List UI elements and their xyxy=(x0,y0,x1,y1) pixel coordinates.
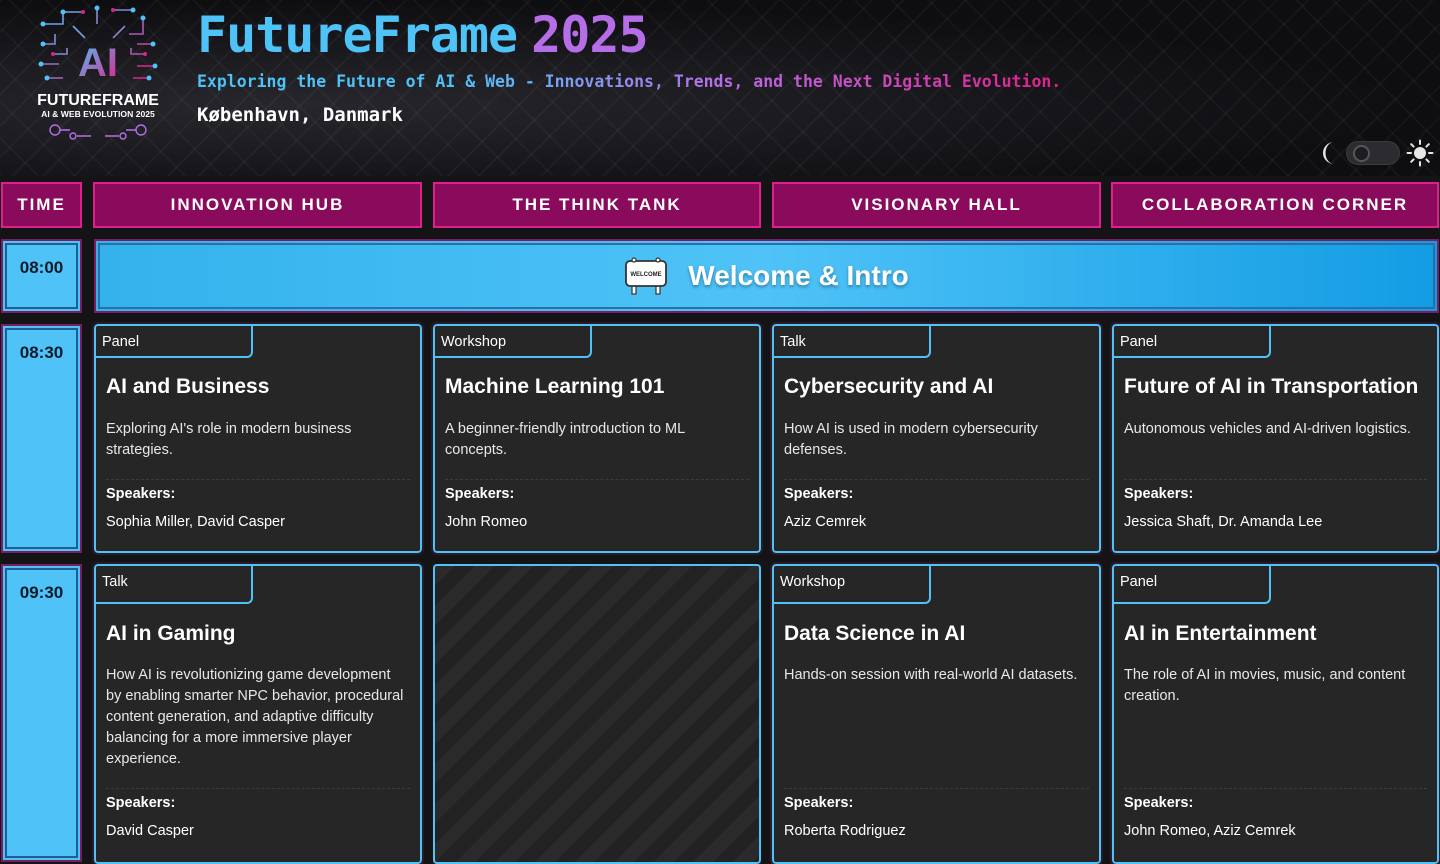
time-slot-0800: 08:00 xyxy=(1,239,82,313)
page-title: FutureFrame 2025 xyxy=(197,6,649,64)
column-header-think-tank[interactable]: THE THINK TANK xyxy=(433,182,761,228)
theme-toggle[interactable] xyxy=(1346,141,1400,165)
event-location: København, Danmark xyxy=(197,104,403,126)
session-title: Cybersecurity and AI xyxy=(784,375,994,398)
card-divider xyxy=(106,788,410,789)
speakers-label: Speakers: xyxy=(445,486,515,502)
time-slot-0930: 09:30 xyxy=(1,564,82,862)
session-description: How AI is revolutionizing game developme… xyxy=(106,667,404,767)
time-label: 09:30 xyxy=(19,583,64,602)
session-type-tag: Workshop xyxy=(774,566,931,604)
column-header-time: TIME xyxy=(1,182,82,228)
welcome-title: Welcome & Intro xyxy=(688,260,909,291)
session-title: Future of AI in Transportation xyxy=(1124,375,1419,398)
session-title: Data Science in AI xyxy=(784,622,966,645)
welcome-session[interactable]: WELCOME Welcome & Intro xyxy=(94,239,1439,313)
svg-text:WELCOME: WELCOME xyxy=(631,272,662,278)
svg-text:AI & WEB EVOLUTION 2025: AI & WEB EVOLUTION 2025 xyxy=(41,109,155,119)
circuit-logo-icon: AI FUTUREFRAME AI & WEB EVOLUTION 2025 xyxy=(37,5,159,140)
card-divider xyxy=(1124,788,1427,789)
title-main: FutureFrame xyxy=(197,6,518,64)
speakers-label: Speakers: xyxy=(1124,795,1194,811)
session-card[interactable]: Workshop Data Science in AI Hands-on ses… xyxy=(770,562,1103,864)
speakers-label: Speakers: xyxy=(106,486,176,502)
column-header-visionary-hall[interactable]: VISIONARY HALL xyxy=(772,182,1101,228)
session-description: Hands-on session with real-world AI data… xyxy=(784,667,1078,683)
session-card[interactable]: Talk Cybersecurity and AI How AI is used… xyxy=(770,322,1103,555)
title-year: 2025 xyxy=(531,6,648,64)
time-label: 08:30 xyxy=(19,343,64,362)
moon-icon[interactable] xyxy=(1318,140,1342,166)
event-logo[interactable]: AI FUTUREFRAME AI & WEB EVOLUTION 2025 xyxy=(33,4,163,142)
svg-text:FUTUREFRAME: FUTUREFRAME xyxy=(37,92,159,109)
time-slot-0830: 08:30 xyxy=(1,324,82,553)
session-description: The role of AI in movies, music, and con… xyxy=(1124,667,1406,704)
card-divider xyxy=(445,479,749,480)
column-header-innovation-hub[interactable]: INNOVATION HUB xyxy=(93,182,422,228)
card-divider xyxy=(784,479,1089,480)
session-description: How AI is used in modern cybersecurity d… xyxy=(784,421,1038,458)
card-divider xyxy=(784,788,1089,789)
session-type-tag: Panel xyxy=(96,326,253,358)
page-subtitle: Exploring the Future of AI & Web - Innov… xyxy=(197,72,1062,91)
column-header-collaboration-corner[interactable]: COLLABORATION CORNER xyxy=(1111,182,1439,228)
toggle-knob xyxy=(1353,145,1370,162)
time-label: 08:00 xyxy=(19,258,64,277)
session-type-tag: Panel xyxy=(1114,566,1271,604)
session-type-tag: Panel xyxy=(1114,326,1271,358)
session-type-tag: Workshop xyxy=(435,326,592,358)
session-description: A beginner-friendly introduction to ML c… xyxy=(445,421,685,458)
session-type-tag: Talk xyxy=(774,326,931,358)
session-title: Machine Learning 101 xyxy=(445,375,665,398)
welcome-sign-icon: WELCOME xyxy=(625,257,668,295)
empty-slot xyxy=(433,564,761,864)
speakers-list: Roberta Rodriguez xyxy=(784,823,906,839)
session-card[interactable]: Workshop Machine Learning 101 A beginner… xyxy=(431,322,763,555)
speakers-label: Speakers: xyxy=(1124,486,1194,502)
svg-text:AI: AI xyxy=(78,41,118,85)
speakers-list: David Casper xyxy=(106,823,194,839)
page-header: AI FUTUREFRAME AI & WEB EVOLUTION 2025 F… xyxy=(0,0,1440,176)
speakers-label: Speakers: xyxy=(106,795,176,811)
session-type-tag: Talk xyxy=(96,566,253,604)
session-card[interactable]: Panel AI and Business Exploring AI's rol… xyxy=(92,322,424,555)
speakers-list: John Romeo xyxy=(445,514,528,530)
session-title: AI in Gaming xyxy=(106,622,236,645)
card-divider xyxy=(1124,479,1427,480)
card-divider xyxy=(106,479,410,480)
speakers-label: Speakers: xyxy=(784,486,854,502)
speakers-list: Aziz Cemrek xyxy=(784,514,867,530)
session-card[interactable]: Talk AI in Gaming How AI is revolutioniz… xyxy=(92,562,424,864)
session-title: AI and Business xyxy=(106,375,270,398)
speakers-list: Sophia Miller, David Casper xyxy=(106,514,285,530)
theme-switcher xyxy=(1318,138,1436,168)
session-card[interactable]: Panel Future of AI in Transportation Aut… xyxy=(1110,322,1440,555)
speakers-list: Jessica Shaft, Dr. Amanda Lee xyxy=(1124,514,1323,530)
session-title: AI in Entertainment xyxy=(1124,622,1317,645)
speakers-label: Speakers: xyxy=(784,795,854,811)
session-description: Autonomous vehicles and AI-driven logist… xyxy=(1124,421,1411,437)
sun-icon[interactable] xyxy=(1406,139,1434,167)
session-description: Exploring AI's role in modern business s… xyxy=(106,421,352,458)
session-card[interactable]: Panel AI in Entertainment The role of AI… xyxy=(1110,562,1440,864)
speakers-list: John Romeo, Aziz Cemrek xyxy=(1124,823,1296,839)
